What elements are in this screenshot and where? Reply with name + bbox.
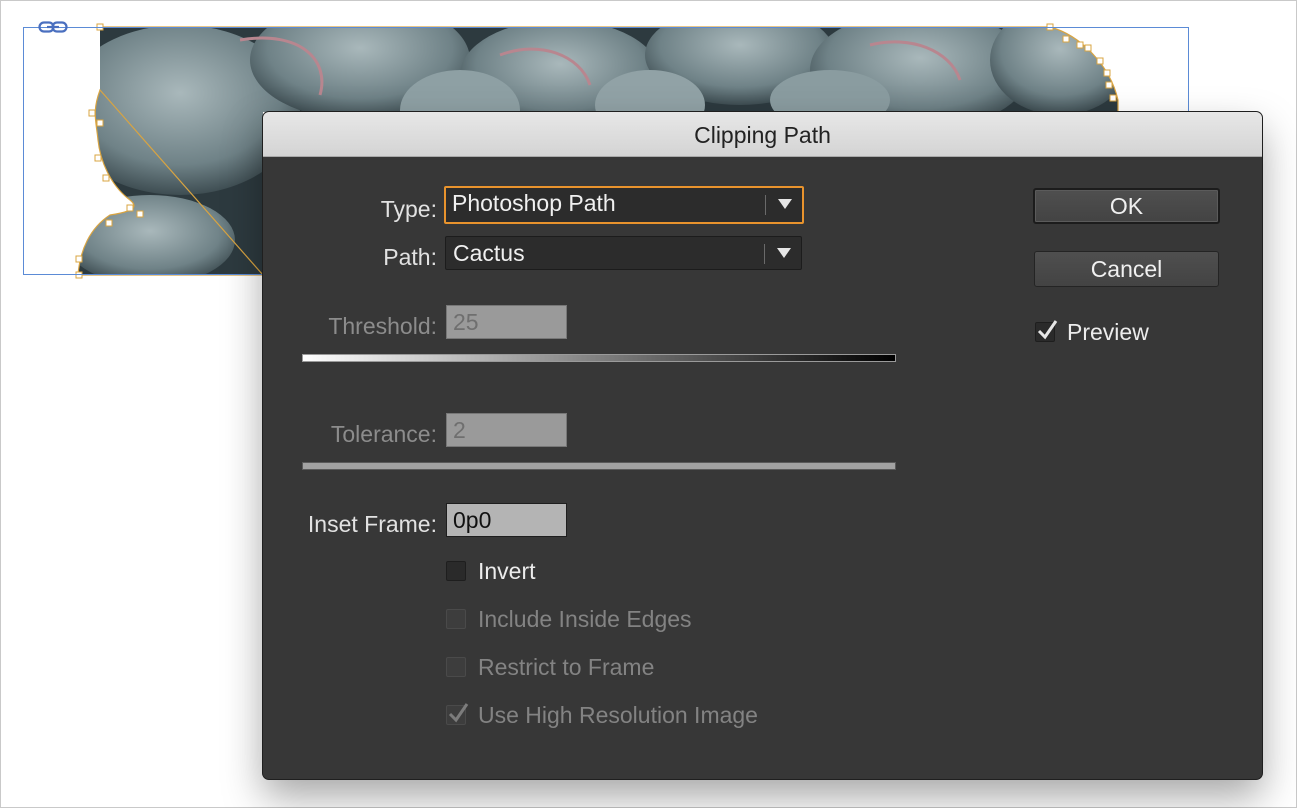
- chevron-down-icon: [777, 248, 791, 258]
- type-select-value: Photoshop Path: [452, 190, 616, 216]
- inset-frame-label: Inset Frame:: [307, 511, 437, 537]
- restrict-to-frame-label: Restrict to Frame: [478, 654, 655, 680]
- threshold-label: Threshold:: [328, 313, 437, 339]
- tolerance-label: Tolerance:: [330, 421, 437, 447]
- include-inside-edges-checkbox[interactable]: Include Inside Edges: [446, 606, 766, 636]
- type-label: Type:: [380, 196, 437, 222]
- select-divider: [764, 244, 765, 264]
- path-select[interactable]: Cactus: [445, 236, 802, 270]
- invert-checkbox[interactable]: Invert: [446, 558, 746, 588]
- preview-label: Preview: [1067, 319, 1149, 345]
- checkmark-icon: [448, 703, 469, 723]
- select-divider: [765, 195, 766, 215]
- threshold-field[interactable]: 25: [446, 305, 567, 339]
- tolerance-field[interactable]: 2: [446, 413, 567, 447]
- checkbox-box: [446, 561, 466, 581]
- checkbox-box: [446, 657, 466, 677]
- threshold-slider[interactable]: [302, 354, 896, 362]
- type-select[interactable]: Photoshop Path: [444, 186, 804, 224]
- invert-label: Invert: [478, 558, 536, 584]
- path-label: Path:: [383, 244, 437, 270]
- clipping-path-dialog: Clipping Path Type: Photoshop Path Path:…: [263, 112, 1262, 779]
- restrict-to-frame-checkbox[interactable]: Restrict to Frame: [446, 654, 746, 684]
- path-select-value: Cactus: [453, 240, 525, 266]
- chevron-down-icon: [778, 199, 792, 209]
- checkbox-box: [446, 609, 466, 629]
- preview-checkbox[interactable]: Preview: [1035, 319, 1235, 349]
- dialog-title: Clipping Path: [263, 112, 1262, 157]
- use-high-resolution-image-checkbox[interactable]: Use High Resolution Image: [446, 702, 826, 732]
- cancel-button[interactable]: Cancel: [1034, 251, 1219, 287]
- checkmark-icon: [1037, 320, 1058, 340]
- tolerance-slider[interactable]: [302, 462, 896, 470]
- link-icon[interactable]: [38, 19, 68, 35]
- inset-frame-field[interactable]: 0p0: [446, 503, 567, 537]
- include-inside-edges-label: Include Inside Edges: [478, 606, 692, 632]
- ok-button[interactable]: OK: [1033, 188, 1220, 224]
- use-high-resolution-image-label: Use High Resolution Image: [478, 702, 758, 728]
